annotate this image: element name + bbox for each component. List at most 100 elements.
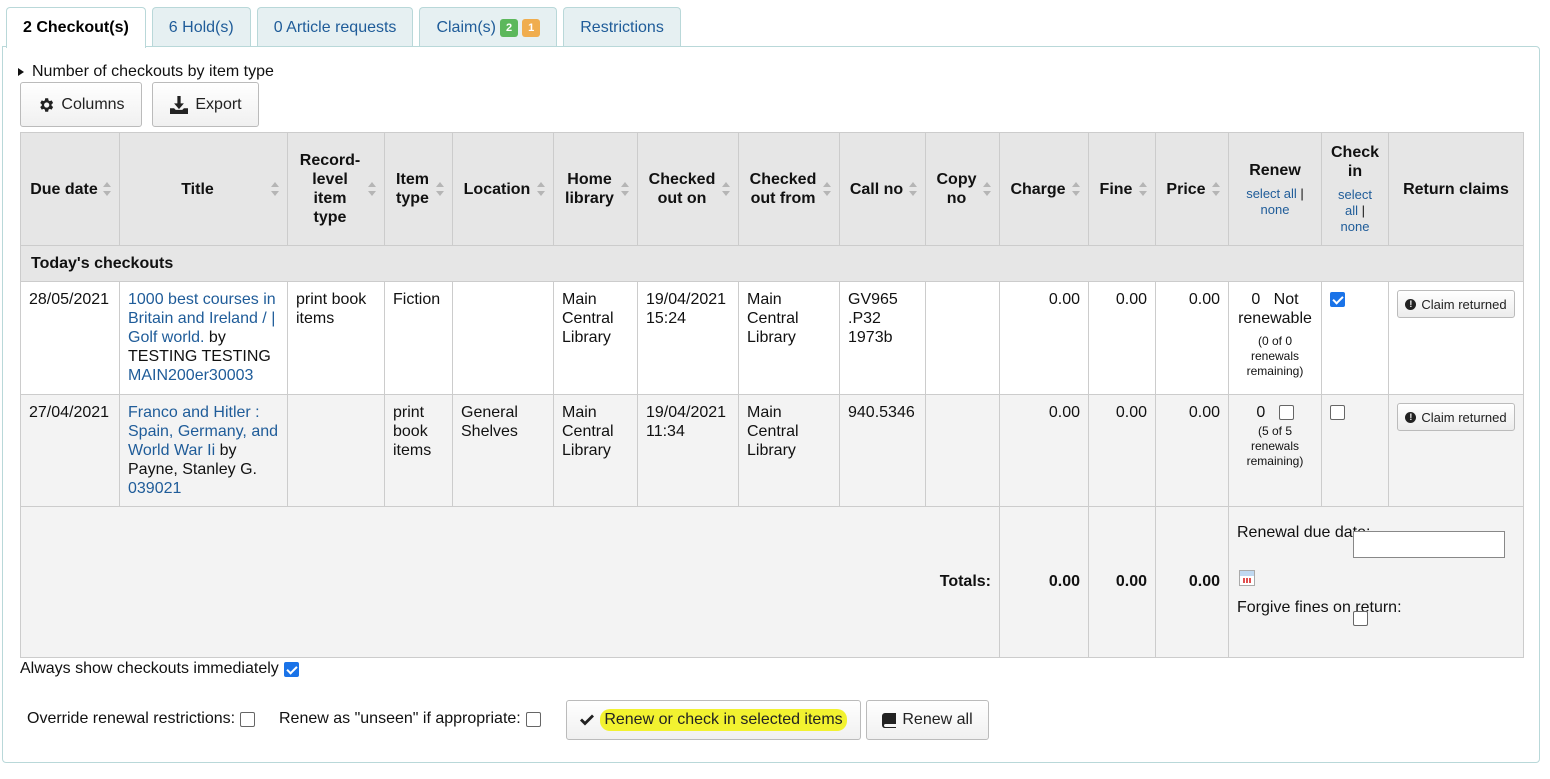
forgive-fines-checkbox[interactable] (1353, 611, 1368, 626)
sort-icon (823, 182, 831, 196)
tab-checkouts[interactable]: 2 Checkout(s) (6, 7, 146, 48)
calendar-icon[interactable] (1239, 570, 1255, 586)
gear-icon (40, 97, 54, 112)
col-due-date[interactable]: Due date (20, 132, 120, 246)
col-title[interactable]: Title (119, 132, 288, 246)
col-home-library-label: Home library (565, 171, 614, 207)
renew-all-label: Renew all (902, 711, 973, 728)
renew-count: 0 (1251, 291, 1261, 308)
title-link[interactable]: Franco and Hitler : Spain, Germany, and … (128, 404, 278, 459)
info-icon: ! (1405, 411, 1417, 423)
col-checked-out-on[interactable]: Checked out on (637, 132, 739, 246)
book-icon (882, 712, 897, 728)
tab-article-requests[interactable]: 0 Article requests (256, 7, 414, 47)
checkin-checkbox[interactable] (1330, 292, 1345, 308)
fine-cell: 0.00 (1088, 394, 1156, 507)
claim-returned-button[interactable]: ! Claim returned (1397, 290, 1515, 318)
renew-all-button[interactable]: Renew all (866, 700, 989, 740)
checkin-select-none-link[interactable]: none (1341, 219, 1370, 234)
renewal-due-date-label: Renewal due date: (1237, 524, 1371, 541)
item-type-cell: Fiction (384, 281, 453, 395)
price-cell: 0.00 (1155, 281, 1229, 395)
barcode-link[interactable]: MAIN200er30003 (128, 367, 253, 384)
claim-returned-button[interactable]: ! Claim returned (1397, 403, 1515, 431)
tab-claims[interactable]: Claim(s) 2 1 (419, 7, 558, 47)
sort-icon (1072, 182, 1080, 196)
home-library-cell: Main Central Library (553, 281, 638, 395)
copy-no-cell (925, 281, 1000, 395)
col-copy-no-label: Copy no (936, 171, 977, 207)
tab-bar: 2 Checkout(s) 6 Hold(s) 0 Article reques… (6, 7, 681, 48)
return-claims-cell: ! Claim returned (1388, 281, 1524, 395)
renew-status: Not renewable (1238, 291, 1312, 327)
col-charge[interactable]: Charge (999, 132, 1089, 246)
checkouts-by-item-type-toggle[interactable]: Number of checkouts by item type (18, 63, 274, 81)
renew-count: 0 (1256, 404, 1266, 421)
claims-unresolved-badge: 1 (522, 18, 541, 37)
col-location-label: Location (463, 180, 531, 198)
col-renew-label: Renew (1249, 161, 1301, 179)
col-checked-out-on-label: Checked out on (648, 171, 716, 207)
col-title-label: Title (181, 180, 214, 198)
col-checked-out-from-label: Checked out from (749, 171, 817, 207)
override-renewal-checkbox[interactable] (240, 711, 256, 727)
totals-price: 0.00 (1155, 506, 1229, 658)
checked-out-from-cell: Main Central Library (738, 394, 840, 507)
author-text: Payne, Stanley G. (128, 461, 257, 478)
renewals-remaining: (5 of 5 renewals remaining) (1246, 424, 1304, 468)
checked-out-on-cell: 19/04/2021 15:24 (637, 281, 739, 395)
checkin-cell (1321, 394, 1389, 507)
table-row: 28/05/2021 1000 best courses in Britain … (20, 281, 1524, 395)
totals-charge: 0.00 (999, 506, 1089, 658)
checkin-select-all-link[interactable]: select all (1338, 187, 1372, 218)
renew-unseen-checkbox[interactable] (525, 711, 541, 727)
col-location[interactable]: Location (452, 132, 554, 246)
sort-icon (621, 182, 629, 196)
record-level-item-type-cell (287, 394, 385, 507)
checkin-checkbox[interactable] (1330, 405, 1345, 421)
claim-returned-label: Claim returned (1421, 409, 1507, 425)
columns-button[interactable]: Columns (20, 82, 142, 127)
col-home-library[interactable]: Home library (553, 132, 638, 246)
barcode-link[interactable]: 039021 (128, 480, 181, 497)
col-price[interactable]: Price (1155, 132, 1229, 246)
renewal-due-date-input[interactable] (1353, 531, 1505, 558)
tab-holds[interactable]: 6 Hold(s) (151, 7, 251, 47)
claim-returned-label: Claim returned (1421, 296, 1507, 312)
renew-or-check-in-selected-label: Renew or check in selected items (600, 709, 847, 731)
override-renewal-label: Override renewal restrictions: (27, 710, 236, 727)
checkouts-by-item-type-label: Number of checkouts by item type (32, 63, 274, 80)
always-show-checkouts-checkbox[interactable] (283, 661, 299, 677)
col-call-no[interactable]: Call no (839, 132, 926, 246)
charge-cell: 0.00 (999, 281, 1089, 395)
col-checked-out-from[interactable]: Checked out from (738, 132, 840, 246)
col-record-level-item-type[interactable]: Record-level item type (287, 132, 385, 246)
col-return-claims: Return claims (1388, 132, 1524, 246)
renew-select-none-link[interactable]: none (1261, 202, 1290, 217)
download-icon (170, 95, 189, 114)
claims-resolved-badge: 2 (499, 18, 519, 37)
col-fine[interactable]: Fine (1088, 132, 1156, 246)
sort-icon (983, 182, 991, 196)
col-copy-no[interactable]: Copy no (925, 132, 1000, 246)
info-icon: ! (1405, 298, 1417, 310)
due-date-cell: 28/05/2021 (20, 281, 120, 395)
tab-restrictions[interactable]: Restrictions (563, 7, 681, 47)
checkin-all-text: all (1344, 203, 1358, 218)
checked-out-on-cell: 19/04/2021 11:34 (637, 394, 739, 507)
sort-icon (271, 182, 279, 196)
export-button[interactable]: Export (152, 82, 259, 127)
sort-icon (1212, 182, 1220, 196)
renew-options-cell: Renewal due date: Forgive fines on retur… (1228, 506, 1524, 658)
title-link[interactable]: 1000 best courses in Britain and Ireland… (128, 291, 276, 346)
renew-checkbox[interactable] (1278, 405, 1294, 421)
checked-out-from-cell: Main Central Library (738, 281, 840, 395)
due-date-cell: 27/04/2021 (20, 394, 120, 507)
renew-select-all-link[interactable]: select all (1246, 186, 1297, 201)
col-item-type[interactable]: Item type (384, 132, 453, 246)
author-text: TESTING TESTING (128, 348, 271, 365)
call-no-cell: GV965 .P32 1973b (839, 281, 926, 395)
checkin-cell (1321, 281, 1389, 395)
totals-label: Totals: (20, 506, 1000, 658)
renew-or-check-in-selected-button[interactable]: Renew or check in selected items (566, 700, 861, 740)
